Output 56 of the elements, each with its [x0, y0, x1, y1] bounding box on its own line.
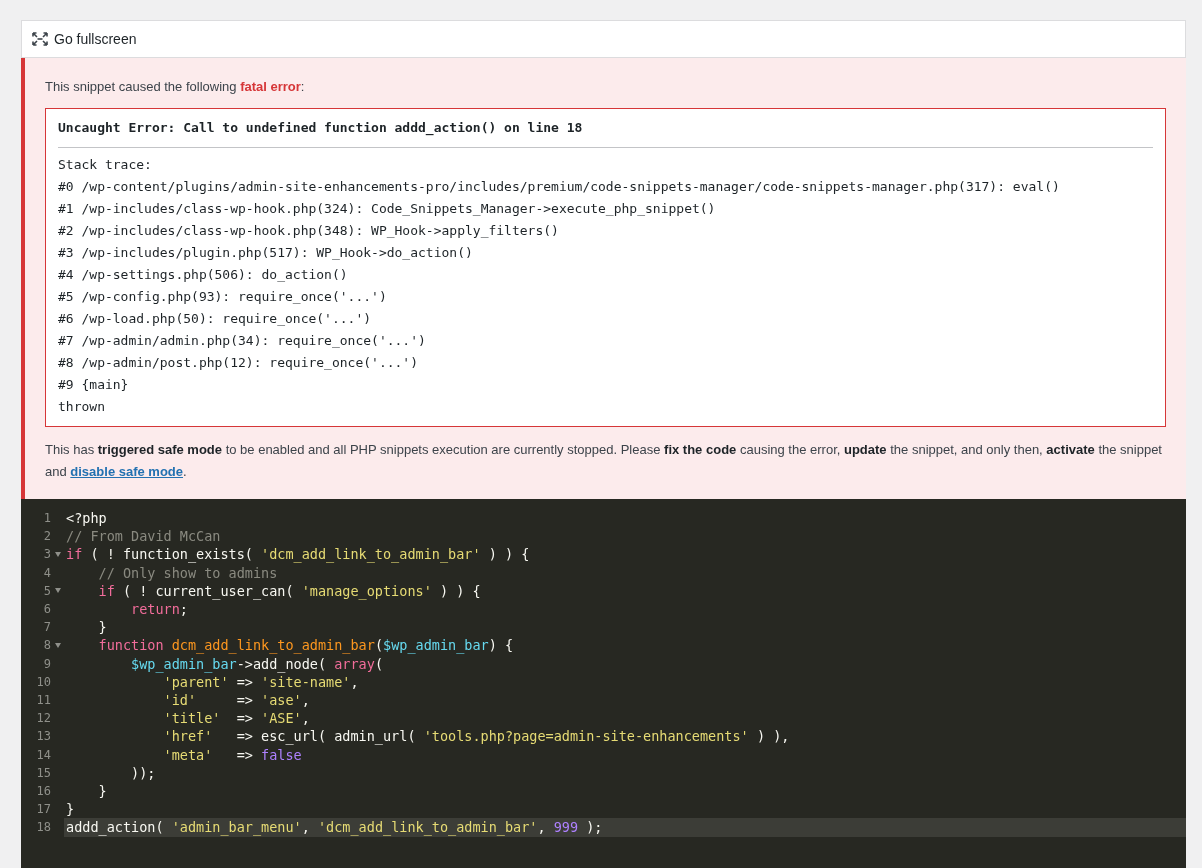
stack-trace-line: #5 /wp-config.php(93): require_once('...') [58, 288, 388, 306]
line-number: 9 [43, 655, 51, 673]
error-intro-text: This snippet caused the following fatal error: [45, 78, 306, 96]
code-line: 'parent' => 'site-name', [162, 673, 360, 692]
code-line: // Only show to admins [97, 563, 279, 582]
code-line: <?php [65, 509, 108, 528]
line-number: 17 [36, 801, 51, 819]
code-line: 'title' => 'ASE', [162, 709, 311, 728]
code-line: $wp_admin_bar->add_node( array( [130, 654, 384, 673]
stack-trace-line: #1 /wp-includes/class-wp-hook.php(324): Code_Snippets_Manager->execute_php_snippet() [58, 200, 717, 218]
line-number: 5 [43, 582, 51, 600]
stack-trace-line: #6 /wp-load.php(50): require_once('...') [58, 310, 373, 328]
code-line: 'href' => esc_url( admin_url( 'tools.php?page=admin-site-enhancements' ) ), [162, 727, 791, 746]
stack-trace-line: #9 {main} [58, 376, 130, 394]
fullscreen-button[interactable]: Go fullscreen [22, 21, 147, 57]
code-line: if ( ! current_user_can( 'manage_options' ) ) { [97, 581, 482, 600]
line-number: 16 [36, 783, 51, 801]
line-number: 10 [36, 673, 51, 691]
code-line: // From David McCan [65, 527, 222, 546]
code-line: if ( ! function_exists( 'dcm_add_link_to_admin_bar' ) ) { [65, 545, 531, 564]
stack-trace-heading: Stack trace: [58, 156, 153, 174]
safe-mode-message: This has triggered safe mode to be enabled and all PHP snippets execution are currently stopped. Please fix the code causing the error, update the snippet, and only then, activate the snippet and disable safe mode. [45, 441, 1163, 481]
code-line: } [65, 800, 76, 819]
code-line: )); [130, 763, 157, 783]
code-line: return; [130, 600, 189, 619]
stack-trace-line: #3 /wp-includes/plugin.php(517): WP_Hook->do_action() [58, 244, 474, 262]
disable-safe-mode-link[interactable]: disable safe mode [70, 464, 184, 479]
code-line: function dcm_add_link_to_admin_bar($wp_admin_bar) { [97, 636, 515, 655]
line-number: 6 [43, 601, 51, 618]
line-number: 15 [36, 764, 51, 782]
code-line: } [97, 618, 108, 637]
line-number: 12 [36, 710, 51, 728]
fold-arrow-icon[interactable] [54, 588, 61, 594]
code-line: 'meta' => false [162, 745, 303, 764]
fold-arrow-icon[interactable] [54, 643, 61, 648]
code-line: } [97, 782, 108, 801]
line-number: 13 [36, 728, 51, 746]
stack-trace-line: #2 /wp-includes/class-wp-hook.php(348): WP_Hook->apply_filters() [58, 222, 560, 240]
line-number: 1 [43, 510, 51, 527]
line-number: 4 [43, 564, 51, 582]
line-number: 2 [43, 528, 51, 546]
code-line: 'id' => 'ase', [162, 691, 311, 710]
line-number: 7 [43, 619, 51, 637]
stack-trace-line: #7 /wp-admin/admin.php(34): require_once('...') [58, 332, 427, 350]
line-number: 3 [43, 546, 51, 564]
line-number: 18 [36, 819, 51, 837]
line-number: 8 [43, 637, 51, 655]
fold-arrow-icon[interactable] [54, 552, 61, 557]
line-number: 11 [36, 692, 51, 710]
stack-trace-end: thrown [58, 398, 106, 416]
stack-trace-line: #0 /wp-content/plugins/admin-site-enhancements-pro/includes/premium/code-snippets-manager/code-snippets-manager.php(317): eval() [58, 178, 1061, 196]
stack-trace-line: #4 /wp-settings.php(506): do_action() [58, 266, 349, 284]
error-title: Uncaught Error: Call to undefined function addd_action() on line 18 [58, 117, 1153, 148]
fullscreen-icon [32, 32, 48, 46]
stack-trace-line: #8 /wp-admin/post.php(12): require_once('...') [58, 354, 420, 372]
line-number: 14 [36, 746, 51, 764]
